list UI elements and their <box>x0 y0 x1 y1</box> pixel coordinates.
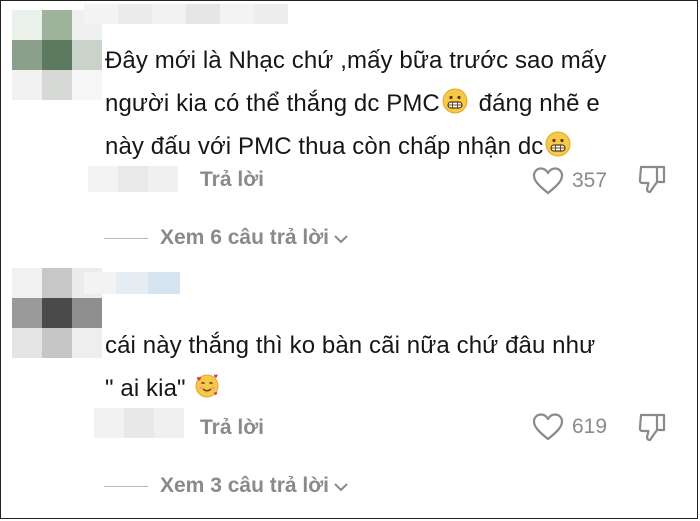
thumbs-down-icon[interactable] <box>636 410 670 444</box>
comment-line-part: người kia có thể thắng dc PMC <box>105 90 440 117</box>
blurred-timestamp <box>88 166 178 192</box>
replies-divider-line <box>104 237 148 239</box>
comment-line: " ai kia" <box>105 367 695 410</box>
comment-line: Đây mới là Nhạc chứ ,mấy bữa trước sao m… <box>105 47 607 74</box>
comment-line-part: đáng nhẽ e <box>478 90 600 117</box>
heart-icon[interactable] <box>532 412 564 442</box>
like-button[interactable]: 357 <box>532 166 607 196</box>
heart-icon[interactable] <box>532 166 564 196</box>
comment-line: cái này thắng thì ko bàn cãi nữa chứ đâu… <box>105 332 596 359</box>
view-replies-toggle[interactable]: Xem 6 câu trả lời <box>104 226 349 250</box>
comment-text: cái này thắng thì ko bàn cãi nữa chứ đâu… <box>105 324 695 410</box>
grimacing-face-emoji-icon <box>545 131 571 157</box>
like-count: 619 <box>572 415 608 438</box>
comment-line: người kia có thể thắng dc PMC đáng nhẽ e <box>105 82 695 125</box>
blurred-timestamp <box>94 408 184 438</box>
like-count: 357 <box>572 169 608 192</box>
like-button[interactable]: 619 <box>532 412 607 442</box>
chevron-down-icon[interactable] <box>333 233 349 245</box>
view-replies-label[interactable]: Xem 6 câu trả lời <box>160 226 329 250</box>
view-replies-toggle[interactable]: Xem 3 câu trả lời <box>104 474 349 498</box>
smiling-face-with-hearts-emoji-icon <box>195 374 219 398</box>
reply-button[interactable]: Trả lời <box>200 416 264 440</box>
blurred-username[interactable] <box>84 4 288 24</box>
reply-button[interactable]: Trả lời <box>200 168 264 192</box>
comment-line-part: này đấu với PMC thua còn chấp nhận dc <box>105 133 544 160</box>
comment-line-part: " ai kia" <box>105 375 186 402</box>
chevron-down-icon[interactable] <box>333 481 349 493</box>
blurred-username[interactable] <box>84 272 180 294</box>
view-replies-label[interactable]: Xem 3 câu trả lời <box>160 474 329 498</box>
comment-text: Đây mới là Nhạc chứ ,mấy bữa trước sao m… <box>105 39 695 168</box>
replies-divider-line <box>104 485 148 487</box>
thumbs-down-icon[interactable] <box>636 162 670 196</box>
grimacing-face-emoji-icon <box>442 88 468 114</box>
comment-line: này đấu với PMC thua còn chấp nhận dc <box>105 125 695 168</box>
